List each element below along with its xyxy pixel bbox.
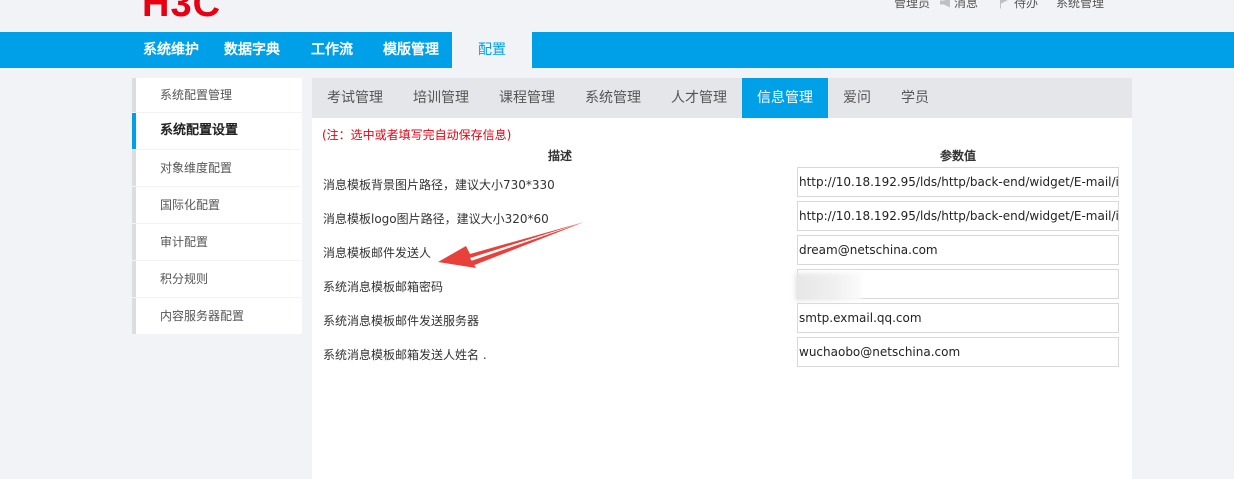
- bg-image-path-value: http://10.18.192.95/lds/http/back-end/wi…: [799, 175, 1119, 189]
- top-nav: 管理员 消息 待办 系统管理: [884, 0, 1104, 11]
- mail-sender-input[interactable]: dream@netschina.com: [797, 235, 1119, 265]
- column-header-value: 参数值: [940, 149, 977, 163]
- top-header: H3C 管理员 消息 待办 系统管理: [0, 0, 1234, 32]
- row-label-mail-password: 系统消息模板邮箱密码: [323, 280, 444, 294]
- mail-server-value: smtp.exmail.qq.com: [799, 311, 922, 325]
- subtab-ask[interactable]: 爱问: [828, 78, 886, 118]
- speaker-icon: [939, 0, 950, 8]
- subtab-course[interactable]: 课程管理: [484, 78, 570, 118]
- topnav-admin-label: 管理员: [893, 0, 930, 10]
- topnav-messages-label: 消息: [953, 0, 978, 10]
- subtab-talent[interactable]: 人才管理: [656, 78, 742, 118]
- sidebar-item-i18n[interactable]: 国际化配置: [132, 187, 302, 223]
- h3c-logo: H3C: [142, 0, 222, 25]
- row-label-bg-image-path: 消息模板背景图片路径，建议大小730*330: [323, 178, 555, 192]
- redaction-blur: [795, 273, 861, 301]
- sidebar-item-system-config-management[interactable]: 系统配置管理: [132, 78, 302, 112]
- logo-image-path-input[interactable]: http://10.18.192.95/lds/http/back-end/wi…: [797, 201, 1119, 231]
- row-label-mail-server: 系统消息模板邮件发送服务器: [323, 314, 480, 328]
- row-label-sender-name: 系统消息模板邮箱发送人姓名 .: [323, 348, 487, 362]
- mail-server-input[interactable]: smtp.exmail.qq.com: [797, 303, 1119, 333]
- sidebar: 系统配置管理 系统配置设置 对象维度配置 国际化配置 审计配置 积分规则 内容服…: [132, 78, 302, 335]
- nav-tab-data-dictionary[interactable]: 数据字典: [224, 32, 280, 68]
- subtab-learner[interactable]: 学员: [886, 78, 944, 118]
- column-header-description: 描述: [548, 149, 573, 163]
- flag-icon: [999, 0, 1010, 9]
- sidebar-item-object-dimension[interactable]: 对象维度配置: [132, 150, 302, 186]
- sidebar-item-system-config-settings[interactable]: 系统配置设置: [132, 113, 302, 149]
- row-label-logo-image-path: 消息模板logo图片路径，建议大小320*60: [323, 212, 549, 226]
- topnav-system-admin-label: 系统管理: [1055, 0, 1104, 10]
- bg-image-path-input[interactable]: http://10.18.192.95/lds/http/back-end/wi…: [797, 167, 1119, 197]
- sidebar-item-points-rules[interactable]: 积分规则: [132, 261, 302, 297]
- topnav-todo-label: 待办: [1013, 0, 1038, 10]
- subtab-system[interactable]: 系统管理: [570, 78, 656, 118]
- mail-sender-value: dream@netschina.com: [799, 243, 938, 257]
- topnav-todo[interactable]: 待办: [999, 0, 1038, 11]
- topnav-admin[interactable]: 管理员: [894, 0, 930, 11]
- main-nav: 系统维护 数据字典 工作流 模版管理 配置: [0, 32, 1234, 68]
- row-label-mail-sender: 消息模板邮件发送人: [323, 246, 432, 260]
- nav-tab-system-maintenance[interactable]: 系统维护: [143, 32, 199, 68]
- subtab-exam[interactable]: 考试管理: [312, 78, 398, 118]
- nav-tab-template-management[interactable]: 模版管理: [383, 32, 439, 68]
- sender-name-value: wuchaobo@netschina.com: [799, 345, 961, 359]
- nav-tab-config[interactable]: 配置: [452, 32, 532, 68]
- nav-tab-workflow[interactable]: 工作流: [311, 32, 353, 68]
- subtab-info[interactable]: 信息管理: [742, 78, 828, 118]
- auto-save-note: (注：选中或者填写完自动保存信息): [322, 128, 512, 142]
- sub-tabs: 考试管理 培训管理 课程管理 系统管理 人才管理 信息管理 爱问 学员: [312, 78, 1132, 118]
- logo-image-path-value: http://10.18.192.95/lds/http/back-end/wi…: [799, 209, 1119, 223]
- content-panel: 考试管理 培训管理 课程管理 系统管理 人才管理 信息管理 爱问 学员 (注：选…: [312, 78, 1132, 479]
- subtab-training[interactable]: 培训管理: [398, 78, 484, 118]
- topnav-system-admin[interactable]: 系统管理: [1056, 0, 1104, 11]
- sidebar-item-content-server[interactable]: 内容服务器配置: [132, 298, 302, 334]
- topnav-messages[interactable]: 消息: [939, 0, 978, 11]
- sidebar-item-audit[interactable]: 审计配置: [132, 224, 302, 260]
- sender-name-input[interactable]: wuchaobo@netschina.com: [797, 337, 1119, 367]
